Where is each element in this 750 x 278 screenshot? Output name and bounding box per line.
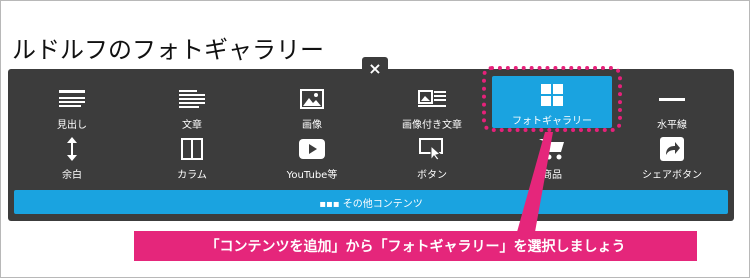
content-item-spacing[interactable]: 余白 bbox=[12, 130, 132, 186]
content-item-paragraph[interactable]: 文章 bbox=[132, 80, 252, 136]
content-item-photo-gallery[interactable]: フォトギャラリー bbox=[492, 76, 612, 128]
more-content-button[interactable]: ▪▪▪ その他コンテンツ bbox=[14, 190, 728, 214]
content-item-image[interactable]: 画像 bbox=[252, 80, 372, 136]
content-item-label: 見出し bbox=[57, 120, 87, 131]
content-item-label: YouTube等 bbox=[286, 170, 338, 181]
content-item-label: シェアボタン bbox=[642, 170, 702, 181]
paragraph-icon bbox=[179, 86, 205, 112]
content-item-share-button[interactable]: シェアボタン bbox=[612, 130, 732, 186]
button-cursor-icon bbox=[419, 136, 445, 162]
grid-icon bbox=[541, 82, 563, 108]
content-item-label: 余白 bbox=[62, 170, 82, 181]
horizontal-line-icon bbox=[659, 86, 685, 112]
content-item-label: フォトギャラリー bbox=[512, 116, 592, 127]
page-title: ルドルフのフォトギャラリー bbox=[12, 36, 324, 64]
close-button[interactable]: × bbox=[362, 57, 388, 79]
share-icon bbox=[660, 136, 684, 162]
content-item-label: 文章 bbox=[182, 120, 202, 131]
vertical-arrow-icon bbox=[66, 136, 78, 162]
content-item-horizontal-line[interactable]: 水平線 bbox=[612, 80, 732, 136]
play-icon bbox=[299, 136, 325, 162]
content-item-image-text[interactable]: 画像付き文章 bbox=[372, 80, 492, 136]
cart-icon bbox=[539, 136, 565, 162]
content-item-youtube[interactable]: YouTube等 bbox=[252, 130, 372, 186]
image-icon bbox=[300, 86, 324, 112]
content-item-columns[interactable]: カラム bbox=[132, 130, 252, 186]
close-icon: × bbox=[368, 58, 382, 78]
instruction-callout: 「コンテンツを追加」から「フォトギャラリー」を選択しましょう bbox=[134, 231, 697, 261]
content-item-label: ボタン bbox=[417, 170, 447, 181]
image-text-icon bbox=[418, 86, 446, 112]
heading-icon bbox=[59, 86, 85, 112]
content-item-label: 商品 bbox=[542, 170, 562, 181]
columns-icon bbox=[181, 136, 203, 162]
content-item-label: 画像付き文章 bbox=[402, 120, 462, 131]
content-item-label: カラム bbox=[177, 170, 207, 181]
content-item-heading[interactable]: 見出し bbox=[12, 80, 132, 136]
content-item-label: 水平線 bbox=[657, 120, 687, 131]
content-item-button[interactable]: ボタン bbox=[372, 130, 492, 186]
content-item-label: 画像 bbox=[302, 120, 322, 131]
content-item-product[interactable]: 商品 bbox=[492, 130, 612, 186]
